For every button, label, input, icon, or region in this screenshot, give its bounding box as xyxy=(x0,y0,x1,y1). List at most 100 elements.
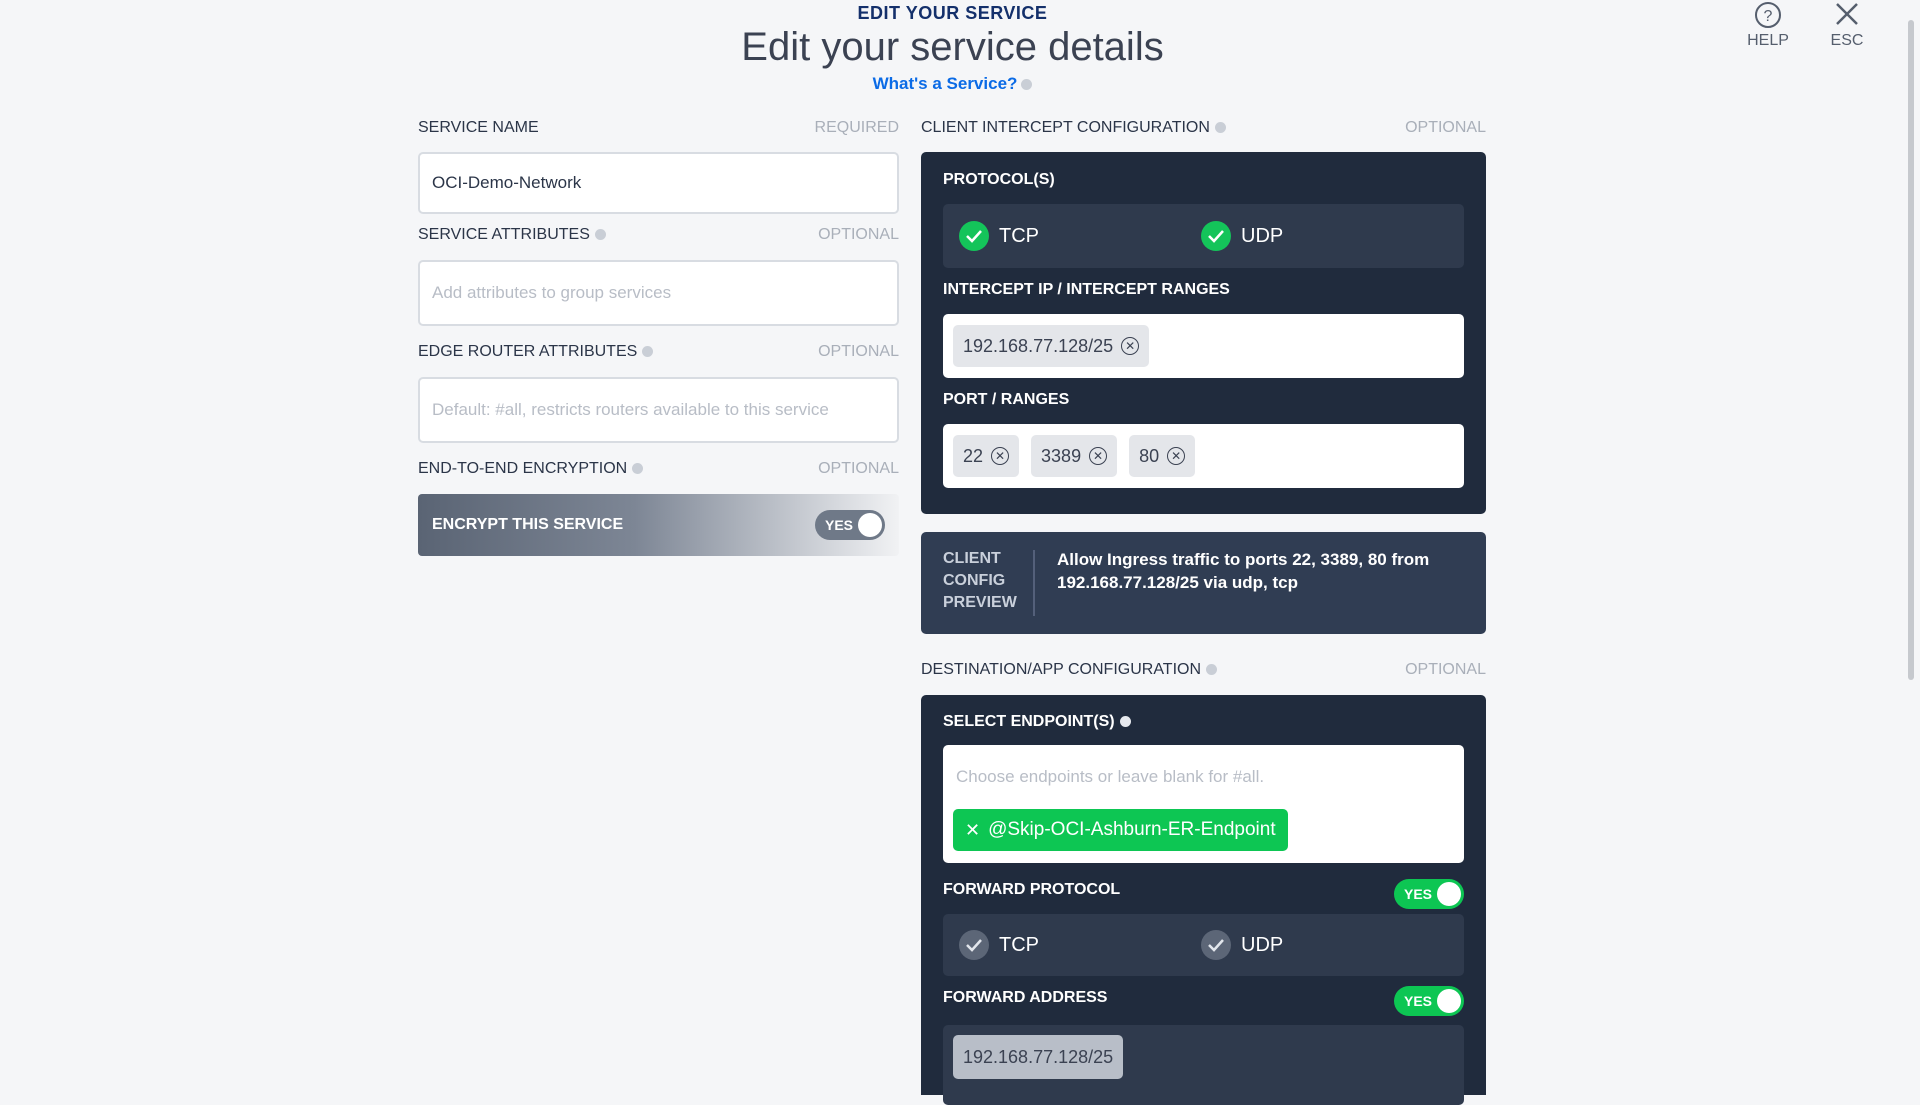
endpoints-title: SELECT ENDPOINT(S) xyxy=(943,713,1131,731)
info-icon xyxy=(594,229,606,241)
encrypt-service-toggle[interactable]: YES xyxy=(815,510,885,540)
page-eyebrow: EDIT YOUR SERVICE xyxy=(857,3,1048,23)
edge-router-attributes-label-text: EDGE ROUTER ATTRIBUTES xyxy=(418,343,638,360)
service-name-label: SERVICE NAME xyxy=(418,119,539,136)
esc-label: ESC xyxy=(1830,32,1864,49)
forward-protocols-box: TCP UDP xyxy=(943,914,1464,976)
endpoint-tag: ✕ @Skip-OCI-Ashburn-ER-Endpoint xyxy=(953,809,1288,851)
check-icon xyxy=(1201,930,1231,960)
check-icon xyxy=(959,930,989,960)
toggle-knob xyxy=(858,513,882,537)
service-attributes-label: SERVICE ATTRIBUTES xyxy=(418,226,606,244)
forward-protocol-title: FORWARD PROTOCOL xyxy=(943,881,1121,898)
forward-address-title: FORWARD ADDRESS xyxy=(943,989,1108,1006)
forward-protocol-tcp-label: TCP xyxy=(999,933,1039,956)
client-intercept-label: CLIENT INTERCEPT CONFIGURATION xyxy=(921,119,1226,137)
toggle-label: YES xyxy=(1404,886,1433,902)
whats-a-service-link[interactable]: What's a Service? xyxy=(0,74,1905,94)
whats-a-service-link-text[interactable]: What's a Service? xyxy=(873,74,1018,93)
preview-label-line: CLIENT xyxy=(943,550,1001,567)
protocol-tcp-label: TCP xyxy=(999,224,1039,247)
encryption-optional: OPTIONAL xyxy=(818,460,899,477)
info-icon xyxy=(1119,716,1131,728)
destination-config-label-text: DESTINATION/APP CONFIGURATION xyxy=(921,661,1202,678)
remove-chip-icon[interactable]: ✕ xyxy=(991,447,1010,465)
toggle-knob xyxy=(1437,882,1461,906)
endpoints-placeholder: Choose endpoints or leave blank for #all… xyxy=(956,767,1265,786)
protocol-tcp-option[interactable]: TCP xyxy=(959,204,1039,268)
intercept-range-chip: 192.168.77.128/25 ✕ xyxy=(953,325,1150,367)
port-ranges-input[interactable]: 22 ✕ 3389 ✕ 80 ✕ xyxy=(943,424,1464,488)
service-attributes-label-text: SERVICE ATTRIBUTES xyxy=(418,226,590,243)
protocols-box: TCP UDP xyxy=(943,204,1464,268)
info-icon xyxy=(1214,122,1226,134)
help-icon: ? xyxy=(1755,2,1781,28)
esc-button[interactable]: ESC xyxy=(1812,0,1882,50)
forward-address-toggle[interactable]: YES xyxy=(1394,986,1464,1016)
check-icon xyxy=(959,221,989,251)
intercept-range-chip-label: 192.168.77.128/25 xyxy=(963,335,1114,356)
encryption-label-text: END-TO-END ENCRYPTION xyxy=(418,460,628,477)
client-intercept-label-text: CLIENT INTERCEPT CONFIGURATION xyxy=(921,119,1210,136)
toggle-label: YES xyxy=(825,517,854,533)
close-icon xyxy=(1836,3,1858,25)
edge-router-attributes-label: EDGE ROUTER ATTRIBUTES xyxy=(418,343,654,361)
forward-address-chip: 192.168.77.128/25 xyxy=(953,1035,1124,1079)
destination-config-label: DESTINATION/APP CONFIGURATION xyxy=(921,661,1218,679)
destination-panel: SELECT ENDPOINT(S) Choose endpoints or l… xyxy=(921,695,1486,1105)
edge-router-attributes-input[interactable]: Default: #all, restricts routers availab… xyxy=(418,377,899,443)
info-icon xyxy=(642,346,654,358)
toggle-knob xyxy=(1437,989,1461,1013)
preview-divider xyxy=(1033,550,1035,616)
port-chip: 3389 ✕ xyxy=(1031,435,1118,477)
port-chip-label: 3389 xyxy=(1041,445,1082,466)
forward-protocol-udp-option[interactable]: UDP xyxy=(1201,914,1283,976)
encrypt-service-bar: ENCRYPT THIS SERVICE YES xyxy=(418,494,899,556)
info-icon xyxy=(632,463,644,475)
protocol-udp-option[interactable]: UDP xyxy=(1201,204,1283,268)
intercept-ranges-title: INTERCEPT IP / INTERCEPT RANGES xyxy=(943,281,1230,298)
help-label: HELP xyxy=(1747,32,1789,49)
remove-tag-icon[interactable]: ✕ xyxy=(965,820,980,841)
port-chip-label: 80 xyxy=(1139,445,1160,466)
port-chip: 22 ✕ xyxy=(953,435,1020,477)
intercept-ranges-input[interactable]: 192.168.77.128/25 ✕ xyxy=(943,314,1464,378)
forward-protocol-toggle[interactable]: YES xyxy=(1394,879,1464,909)
info-icon xyxy=(1206,664,1218,676)
client-config-preview: CLIENT CONFIG PREVIEW Allow Ingress traf… xyxy=(921,532,1486,634)
encrypt-service-label: ENCRYPT THIS SERVICE xyxy=(432,516,624,533)
endpoint-tag-label: @Skip-OCI-Ashburn-ER-Endpoint xyxy=(988,819,1276,840)
preview-label: CLIENT CONFIG PREVIEW xyxy=(943,548,1023,614)
help-button[interactable]: ? HELP xyxy=(1733,0,1803,50)
endpoints-input[interactable]: Choose endpoints or leave blank for #all… xyxy=(943,745,1464,863)
port-chip-label: 22 xyxy=(963,445,984,466)
forward-protocol-tcp-option[interactable]: TCP xyxy=(959,914,1039,976)
forward-protocol-udp-label: UDP xyxy=(1241,933,1284,956)
client-intercept-panel: PROTOCOL(S) TCP UDP INTERCEPT IP / INTER… xyxy=(921,152,1486,514)
service-name-required: REQUIRED xyxy=(814,119,899,136)
destination-config-optional: OPTIONAL xyxy=(1405,661,1486,678)
info-icon xyxy=(1021,79,1033,91)
service-attributes-optional: OPTIONAL xyxy=(818,226,899,243)
forward-address-box: 192.168.77.128/25 xyxy=(943,1025,1464,1105)
preview-text: Allow Ingress traffic to ports 22, 3389,… xyxy=(1057,550,1430,592)
remove-chip-icon[interactable]: ✕ xyxy=(1121,337,1140,355)
endpoints-title-text: SELECT ENDPOINT(S) xyxy=(943,713,1115,730)
encryption-label: END-TO-END ENCRYPTION xyxy=(418,460,644,478)
edge-router-attributes-optional: OPTIONAL xyxy=(818,343,899,360)
check-icon xyxy=(1201,221,1231,251)
preview-label-line: PREVIEW xyxy=(943,594,1017,611)
preview-label-line: CONFIG xyxy=(943,572,1006,589)
service-name-input[interactable]: OCI-Demo-Network xyxy=(418,152,899,214)
protocol-udp-label: UDP xyxy=(1241,224,1284,247)
port-chip: 80 ✕ xyxy=(1129,435,1196,477)
scrollbar-thumb[interactable] xyxy=(1908,20,1914,680)
remove-chip-icon[interactable]: ✕ xyxy=(1167,447,1186,465)
toggle-label: YES xyxy=(1404,993,1433,1009)
protocols-title: PROTOCOL(S) xyxy=(943,171,1055,188)
service-attributes-input[interactable]: Add attributes to group services xyxy=(418,260,899,326)
remove-chip-icon[interactable]: ✕ xyxy=(1089,447,1108,465)
page-title: Edit your service details xyxy=(741,25,1164,69)
client-intercept-optional: OPTIONAL xyxy=(1405,119,1486,136)
svg-text:?: ? xyxy=(1764,8,1773,25)
